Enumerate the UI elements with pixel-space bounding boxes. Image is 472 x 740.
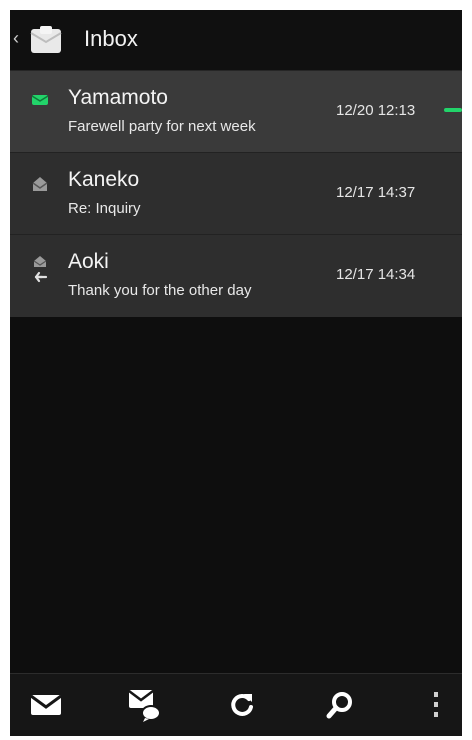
message-list: Yamamoto Farewell party for next week 12… [10,71,462,317]
app-header: ‹ Inbox [10,10,462,71]
message-row[interactable]: Yamamoto Farewell party for next week 12… [10,71,462,153]
message-time: 12/17 14:34 [336,266,416,283]
message-row[interactable]: Kaneko Re: Inquiry 12/17 14:37 [10,153,462,235]
compose-icon[interactable] [24,686,68,724]
compose-message-icon[interactable] [122,686,166,724]
search-icon[interactable] [318,686,362,724]
message-row[interactable]: Aoki Thank you for the other day 12/17 1… [10,235,462,317]
message-subject: Re: Inquiry [68,200,141,217]
refresh-icon[interactable] [220,686,264,724]
envelope-icon[interactable] [28,24,64,56]
message-sender: Kaneko [68,168,140,191]
message-sender: Aoki [68,250,109,273]
read-mail-icon [28,169,52,209]
message-sender: Yamamoto [68,86,168,109]
replied-icon [28,251,52,291]
message-time: 12/20 12:13 [336,102,416,119]
bottom-action-bar [10,673,462,736]
more-icon[interactable] [414,686,458,724]
page-title: Inbox [84,26,138,51]
message-subject: Thank you for the other day [68,282,252,299]
phone-screen: ‹ Inbox Yamamoto Farewell party for next… [10,10,462,736]
chevron-left-icon[interactable]: ‹ [13,28,19,48]
message-subject: Farewell party for next week [68,118,256,135]
new-message-marker [444,108,462,112]
message-time: 12/17 14:37 [336,184,416,201]
unread-mail-icon [28,87,52,127]
